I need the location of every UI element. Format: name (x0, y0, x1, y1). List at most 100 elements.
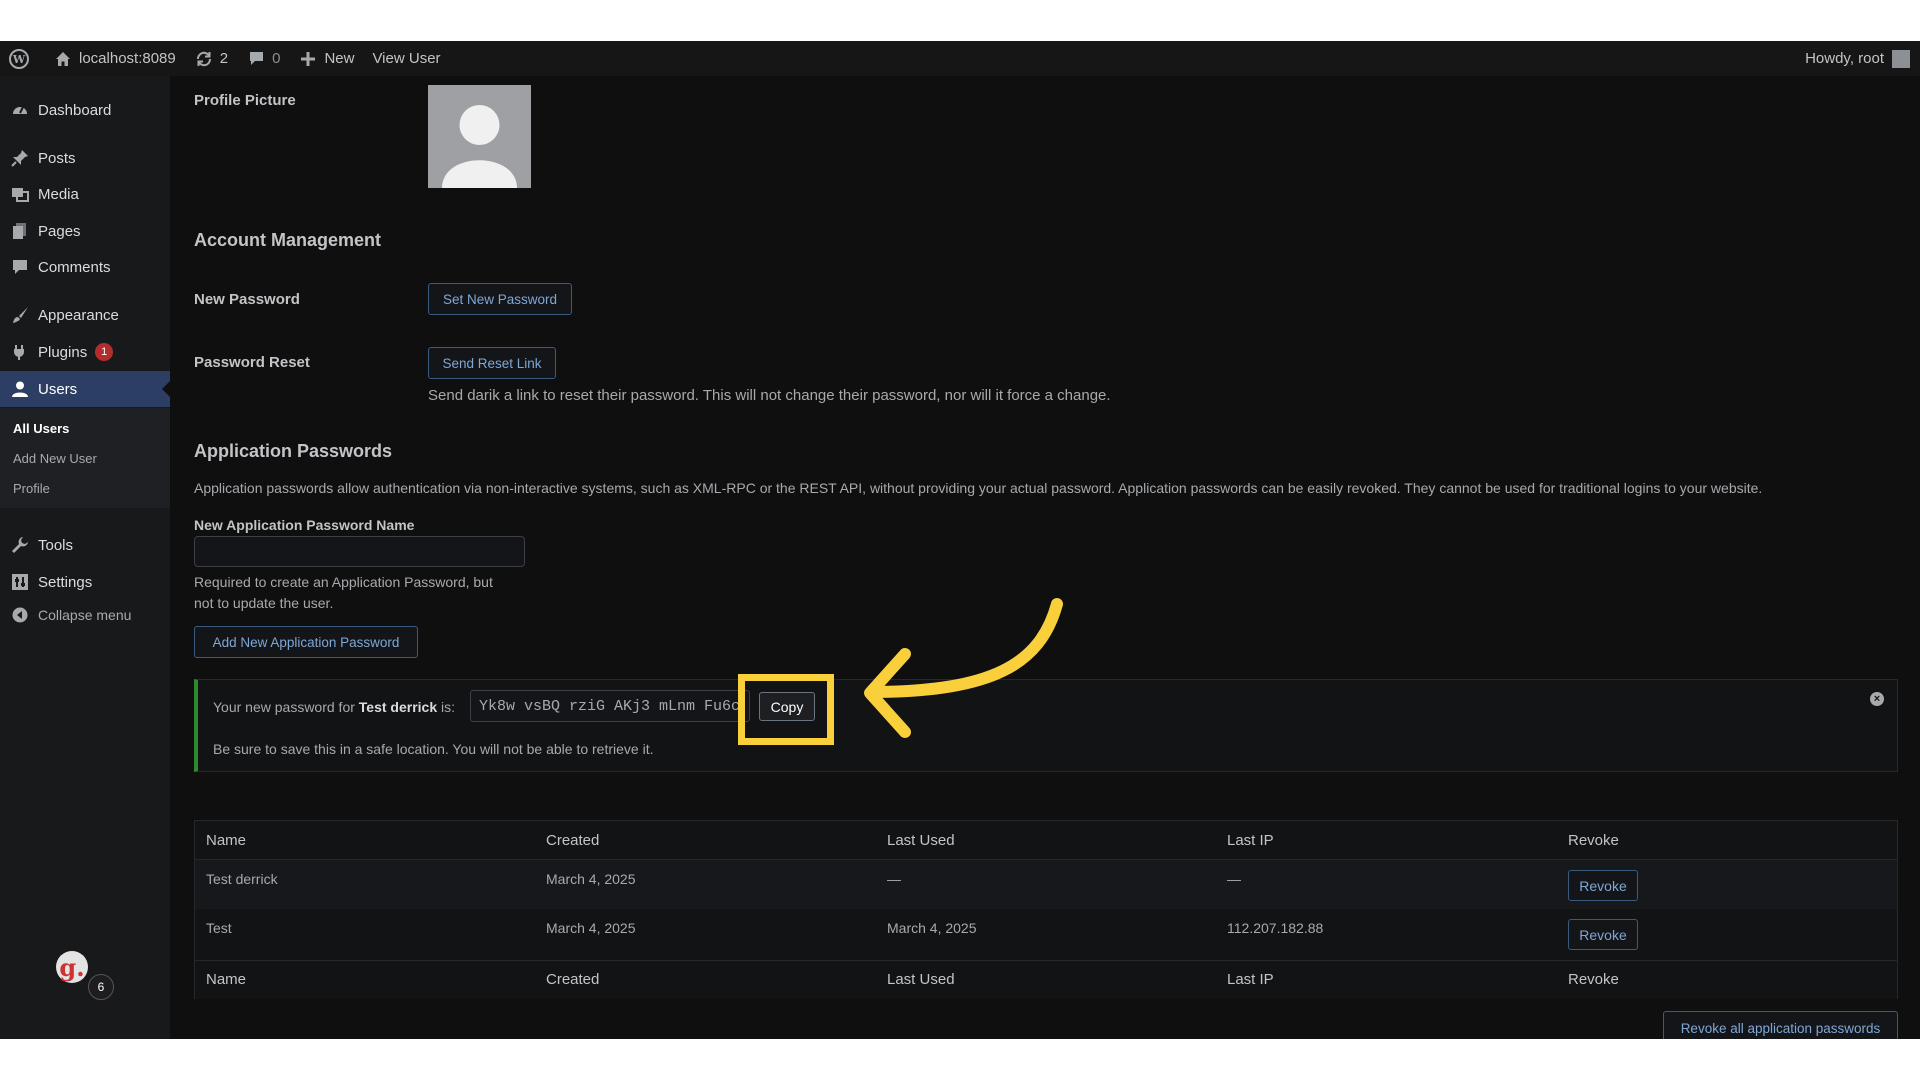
row-last-ip: 112.207.182.88 (1227, 920, 1324, 936)
comments-count: 0 (272, 50, 281, 67)
greeting: Howdy, root (1805, 50, 1884, 67)
comments-link[interactable]: 0 (237, 41, 289, 76)
password-reset-description: Send darik a link to reset their passwor… (428, 387, 1111, 404)
sidebar-item-label: Posts (38, 149, 76, 167)
comment-bubble-icon (246, 49, 266, 69)
sidebar-item-pages[interactable]: Pages (0, 213, 170, 249)
row-last-ip: — (1227, 871, 1241, 887)
table-footer-row: Name Created Last Used Last IP Revoke (195, 960, 1897, 999)
sidebar-item-label: Settings (38, 573, 93, 591)
app-password-name-help-line-2: not to update the user. (194, 595, 334, 611)
user-avatar-icon (1892, 49, 1910, 68)
pointing-arrow-icon (864, 598, 1063, 738)
sidebar-item-settings[interactable]: Settings (0, 564, 170, 600)
row-name: Test (206, 920, 232, 936)
view-user-label: View User (372, 50, 441, 67)
media-icon (10, 184, 30, 204)
row-last-used: — (887, 871, 901, 887)
new-content-link[interactable]: New (289, 41, 363, 76)
user-icon (10, 379, 30, 399)
svg-text:W: W (12, 53, 26, 66)
my-account-link[interactable]: Howdy, root (1796, 41, 1920, 76)
submenu-all-users[interactable]: All Users (13, 421, 69, 436)
sidebar-item-appearance[interactable]: Appearance (0, 297, 170, 333)
column-revoke: Revoke (1568, 832, 1619, 849)
new-password-label: New Password (194, 291, 300, 308)
notice-warning: Be sure to save this in a safe location.… (213, 741, 654, 757)
grammarly-count-badge: 6 (88, 974, 114, 1000)
revoke-button[interactable]: Revoke (1568, 919, 1638, 950)
pin-icon (10, 148, 30, 168)
generated-password-field[interactable]: Yk8w vsBQ rziG AKj3 mLnm Fu6c (470, 690, 750, 722)
revoke-all-application-passwords-button[interactable]: Revoke all application passwords (1663, 1011, 1898, 1039)
refresh-icon (194, 49, 214, 69)
view-user-link[interactable]: View User (363, 41, 449, 76)
wrench-icon (10, 535, 30, 555)
copy-button-highlight (738, 674, 834, 745)
collapse-menu-button[interactable]: Collapse menu (0, 600, 170, 630)
sidebar-item-media[interactable]: Media (0, 176, 170, 212)
plugin-icon (10, 342, 30, 362)
set-new-password-button[interactable]: Set New Password (428, 283, 572, 315)
app-password-name-label: New Application Password Name (194, 517, 415, 533)
sidebar-item-label: Media (38, 185, 79, 203)
table-row: Test March 4, 2025 March 4, 2025 112.207… (195, 909, 1897, 960)
row-last-used: March 4, 2025 (887, 920, 977, 936)
dismiss-notice-icon[interactable]: × (1870, 692, 1884, 706)
active-indicator (162, 381, 170, 397)
sidebar-item-users[interactable]: Users (0, 371, 170, 407)
wordpress-logo-button[interactable]: W (0, 41, 44, 76)
updates-count: 2 (219, 50, 229, 67)
sidebar-item-label: Appearance (38, 306, 119, 324)
site-name: localhost:8089 (79, 50, 176, 67)
updates-link[interactable]: 2 (185, 41, 237, 76)
notice-prefix: Your new password for (213, 699, 355, 715)
admin-bar: W localhost:8089 2 0 New View User Howdy… (0, 41, 1920, 76)
collapse-menu-label: Collapse menu (38, 607, 132, 623)
sidebar-item-posts[interactable]: Posts (0, 140, 170, 176)
profile-picture-label: Profile Picture (194, 92, 296, 109)
submenu-add-new-user[interactable]: Add New User (13, 451, 97, 466)
screen-frame: W localhost:8089 2 0 New View User Howdy… (0, 41, 1920, 1039)
revoke-button[interactable]: Revoke (1568, 870, 1638, 901)
footer-column-name: Name (206, 971, 247, 988)
submenu-profile[interactable]: Profile (13, 481, 50, 496)
plus-icon (298, 49, 318, 69)
password-reset-label: Password Reset (194, 354, 310, 371)
application-passwords-description: Application passwords allow authenticati… (194, 480, 1763, 496)
row-created: March 4, 2025 (546, 920, 636, 936)
sidebar-item-dashboard[interactable]: Dashboard (0, 92, 170, 128)
sidebar-item-label: Comments (38, 258, 111, 276)
users-submenu: All Users Add New User Profile (0, 408, 170, 508)
column-last-used: Last Used (887, 832, 955, 849)
send-reset-link-button[interactable]: Send Reset Link (428, 347, 556, 379)
account-management-heading: Account Management (194, 230, 382, 250)
sidebar-item-label: Dashboard (38, 101, 112, 119)
dashboard-icon (10, 100, 30, 120)
app-password-name-input[interactable] (194, 536, 525, 567)
footer-column-revoke: Revoke (1568, 971, 1619, 988)
footer-column-last-ip: Last IP (1227, 971, 1274, 988)
sidebar-item-label: Plugins (38, 343, 88, 361)
sidebar-item-label: Pages (38, 222, 81, 240)
site-name-link[interactable]: localhost:8089 (44, 41, 185, 76)
column-name: Name (206, 832, 247, 849)
add-new-application-password-button[interactable]: Add New Application Password (194, 626, 418, 658)
notice-suffix: is: (441, 699, 456, 715)
brush-icon (10, 305, 30, 325)
sidebar-item-label: Users (38, 380, 78, 398)
plugins-update-badge: 1 (95, 343, 114, 361)
grammarly-icon[interactable]: g. (56, 951, 88, 983)
comment-icon (10, 257, 30, 277)
footer-column-created: Created (546, 971, 600, 988)
home-icon (53, 49, 73, 69)
admin-sidebar: Dashboard Posts Media Pages Comments App… (0, 76, 170, 1039)
sidebar-item-tools[interactable]: Tools (0, 527, 170, 563)
column-last-ip: Last IP (1227, 832, 1274, 849)
collapse-arrow-icon (10, 605, 30, 625)
sidebar-item-comments[interactable]: Comments (0, 249, 170, 285)
sidebar-item-plugins[interactable]: Plugins 1 (0, 334, 170, 370)
table-header-row: Name Created Last Used Last IP Revoke (195, 821, 1897, 860)
application-passwords-table: Name Created Last Used Last IP Revoke Te… (194, 820, 1898, 999)
application-passwords-heading: Application Passwords (194, 441, 393, 461)
